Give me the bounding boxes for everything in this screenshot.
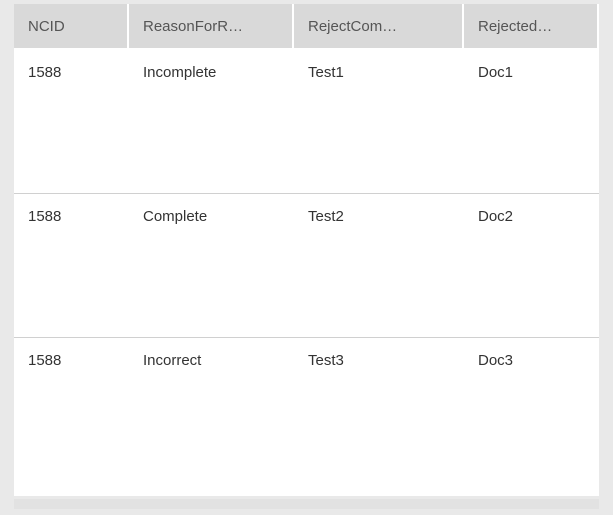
cell-reason: Incorrect [129,338,294,482]
table-row[interactable]: 1588 Incorrect Test3 Doc3 [14,338,599,482]
cell-ncid: 1588 [14,50,129,193]
table-row[interactable]: 1588 Complete Test2 Doc2 [14,194,599,338]
cell-ncid: 1588 [14,194,129,337]
cell-doc: Doc2 [464,194,599,337]
table-row[interactable]: 1588 Incomplete Test1 Doc1 [14,50,599,194]
cell-reject: Test3 [294,338,464,482]
cell-reject: Test1 [294,50,464,193]
column-header-doc[interactable]: Rejected… [464,4,599,50]
cell-reject: Test2 [294,194,464,337]
column-header-ncid[interactable]: NCID [14,4,129,50]
cell-reason: Complete [129,194,294,337]
column-header-reject[interactable]: RejectCom… [294,4,464,50]
column-header-reason[interactable]: ReasonForR… [129,4,294,50]
header-row: NCID ReasonForR… RejectCom… Rejected… [14,4,599,50]
cell-doc: Doc1 [464,50,599,193]
data-grid[interactable]: NCID ReasonForR… RejectCom… Rejected… 15… [14,4,599,496]
horizontal-scrollbar[interactable] [14,499,599,509]
cell-ncid: 1588 [14,338,129,482]
cell-reason: Incomplete [129,50,294,193]
cell-doc: Doc3 [464,338,599,482]
